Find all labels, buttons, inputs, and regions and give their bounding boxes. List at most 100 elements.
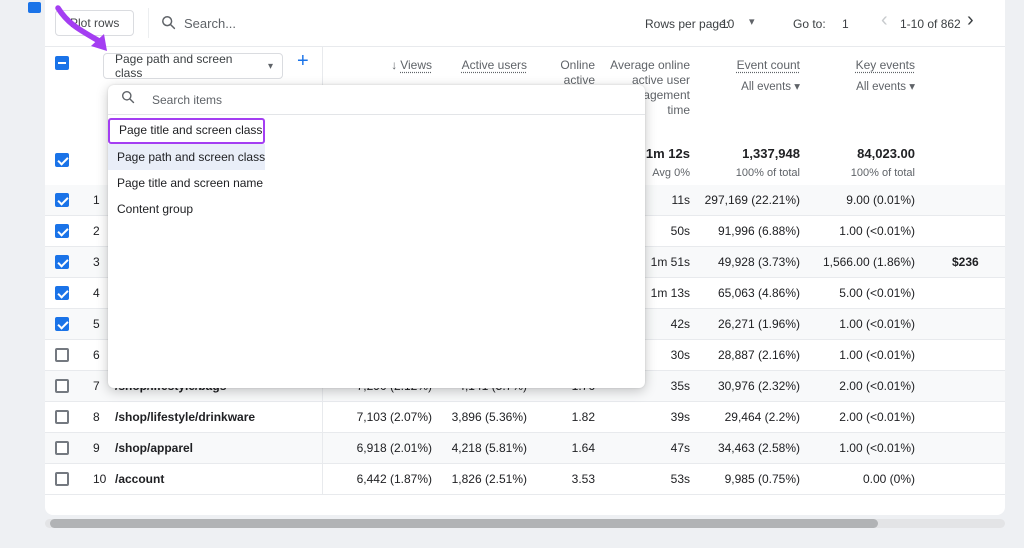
avg-engagement-cell: 35s bbox=[671, 380, 690, 393]
table-row: 8 /shop/lifestyle/drinkware 7,103 (2.07%… bbox=[45, 402, 1005, 433]
page-path-cell: /shop/lifestyle/drinkware bbox=[115, 411, 255, 424]
event-count-header-label: Event count bbox=[737, 58, 800, 72]
dropdown-item-page-title-screen-name[interactable]: Page title and screen name bbox=[108, 170, 265, 196]
online-active-cell: 3.53 bbox=[572, 473, 595, 486]
chevron-left-icon[interactable]: ‹ bbox=[881, 9, 888, 32]
rows-per-page-select[interactable]: 10 bbox=[721, 17, 734, 31]
online-active-cell: 1.64 bbox=[572, 442, 595, 455]
totals-key-events: 84,023.00 100% of total bbox=[851, 145, 915, 179]
revenue-cell-clipped: $236 bbox=[952, 256, 979, 269]
search-icon bbox=[121, 90, 135, 109]
go-to-input[interactable]: 1 bbox=[842, 17, 849, 31]
row-checkbox[interactable] bbox=[55, 348, 69, 362]
row-number: 3 bbox=[93, 256, 100, 269]
row-number: 1 bbox=[93, 194, 100, 207]
dimension-selector-button[interactable]: Page path and screen class ▾ bbox=[103, 53, 283, 79]
views-cell: 7,103 (2.07%) bbox=[357, 411, 432, 424]
event-count-cell: 29,464 (2.2%) bbox=[725, 411, 800, 424]
avg-engagement-cell: 30s bbox=[671, 349, 690, 362]
key-events-cell: 1.00 (<0.01%) bbox=[839, 442, 915, 455]
totals-checkbox[interactable] bbox=[55, 153, 69, 167]
caret-down-icon[interactable]: ▾ bbox=[749, 15, 755, 28]
totals-avg-engagement: 1m 12s Avg 0% bbox=[646, 145, 690, 179]
avg-engagement-cell: 53s bbox=[671, 473, 690, 486]
ga4-table-page: Plot rows Search... Rows per page: 10 ▾ … bbox=[0, 0, 1024, 548]
views-cell: 6,918 (2.01%) bbox=[357, 442, 432, 455]
row-checkbox[interactable] bbox=[55, 286, 69, 300]
event-count-cell: 9,985 (0.75%) bbox=[725, 473, 800, 486]
avg-engagement-cell: 50s bbox=[671, 225, 690, 238]
event-count-cell: 26,271 (1.96%) bbox=[718, 318, 800, 331]
row-checkbox[interactable] bbox=[55, 441, 69, 455]
row-checkbox[interactable] bbox=[55, 472, 69, 486]
avg-engagement-cell: 47s bbox=[671, 442, 690, 455]
column-header-online-active[interactable]: Online active bbox=[549, 58, 595, 88]
column-header-event-count[interactable]: Event count All events ▾ bbox=[737, 58, 800, 95]
event-count-filter[interactable]: All events ▾ bbox=[737, 80, 800, 95]
online-active-cell: 1.82 bbox=[572, 411, 595, 424]
dropdown-item-page-path-screen-class[interactable]: Page path and screen class bbox=[108, 144, 265, 170]
column-header-active-users[interactable]: Active users bbox=[462, 58, 527, 73]
row-number: 10 bbox=[93, 473, 106, 486]
table-row: 9 /shop/apparel 6,918 (2.01%) 4,218 (5.8… bbox=[45, 433, 1005, 464]
column-header-key-events[interactable]: Key events All events ▾ bbox=[856, 58, 915, 95]
toolbar-divider bbox=[148, 8, 149, 38]
event-count-cell: 49,928 (3.73%) bbox=[718, 256, 800, 269]
caret-down-icon: ▾ bbox=[794, 81, 800, 93]
clipped-blue-element bbox=[28, 2, 41, 13]
page-path-cell: /account bbox=[115, 473, 164, 486]
dropdown-item-list: Page title and screen class Page path an… bbox=[108, 118, 645, 222]
event-count-cell: 65,063 (4.86%) bbox=[718, 287, 800, 300]
caret-down-icon: ▾ bbox=[909, 81, 915, 93]
key-events-filter[interactable]: All events ▾ bbox=[856, 80, 915, 95]
row-checkbox[interactable] bbox=[55, 224, 69, 238]
row-number: 6 bbox=[93, 349, 100, 362]
add-dimension-button[interactable]: + bbox=[297, 50, 309, 73]
row-checkbox[interactable] bbox=[55, 255, 69, 269]
rows-per-page-label: Rows per page: bbox=[645, 17, 729, 31]
totals-event-count: 1,337,948 100% of total bbox=[736, 145, 800, 179]
row-checkbox[interactable] bbox=[55, 193, 69, 207]
key-events-cell: 0.00 (0%) bbox=[863, 473, 915, 486]
table-search-input[interactable]: Search... bbox=[184, 16, 236, 31]
select-all-checkbox[interactable] bbox=[55, 56, 69, 70]
column-header-views[interactable]: ↓Views bbox=[391, 58, 432, 73]
dimension-dropdown-menu: Search items Page title and screen class… bbox=[108, 85, 645, 388]
key-events-cell: 5.00 (<0.01%) bbox=[839, 287, 915, 300]
caret-down-icon: ▾ bbox=[268, 61, 273, 72]
dropdown-search-input[interactable]: Search items bbox=[152, 93, 222, 107]
horizontal-scrollbar-thumb[interactable] bbox=[50, 519, 878, 528]
sort-descending-icon: ↓ bbox=[391, 58, 397, 72]
key-events-cell: 2.00 (<0.01%) bbox=[839, 411, 915, 424]
row-number: 7 bbox=[93, 380, 100, 393]
table-toolbar: Plot rows Search... Rows per page: 10 ▾ … bbox=[45, 0, 1005, 47]
key-events-cell: 1.00 (<0.01%) bbox=[839, 318, 915, 331]
event-count-cell: 91,996 (6.88%) bbox=[718, 225, 800, 238]
row-number: 8 bbox=[93, 411, 100, 424]
key-events-cell: 1,566.00 (1.86%) bbox=[823, 256, 915, 269]
row-number: 2 bbox=[93, 225, 100, 238]
dropdown-item-content-group[interactable]: Content group bbox=[108, 196, 265, 222]
search-icon bbox=[161, 15, 176, 35]
key-events-header-label: Key events bbox=[856, 58, 915, 72]
active-users-cell: 4,218 (5.81%) bbox=[452, 442, 527, 455]
event-count-cell: 30,976 (2.32%) bbox=[718, 380, 800, 393]
key-events-cell: 9.00 (0.01%) bbox=[846, 194, 915, 207]
dimension-selector-label: Page path and screen class bbox=[115, 52, 262, 80]
plot-rows-button[interactable]: Plot rows bbox=[55, 10, 134, 36]
row-checkbox[interactable] bbox=[55, 410, 69, 424]
dropdown-search-row[interactable]: Search items bbox=[108, 85, 645, 115]
dropdown-item-page-title-screen-class[interactable]: Page title and screen class bbox=[108, 118, 265, 144]
views-header-label: Views bbox=[400, 58, 432, 72]
avg-engagement-cell: 1m 51s bbox=[651, 256, 690, 269]
table-row: 10 /account 6,442 (1.87%) 1,826 (2.51%) … bbox=[45, 464, 1005, 495]
row-checkbox[interactable] bbox=[55, 317, 69, 331]
pagination-range: 1-10 of 862 bbox=[900, 17, 961, 31]
chevron-right-icon[interactable]: › bbox=[967, 9, 974, 32]
horizontal-scrollbar-track[interactable] bbox=[45, 519, 1005, 528]
event-count-cell: 28,887 (2.16%) bbox=[718, 349, 800, 362]
row-checkbox[interactable] bbox=[55, 379, 69, 393]
key-events-cell: 1.00 (<0.01%) bbox=[839, 225, 915, 238]
avg-engagement-cell: 39s bbox=[671, 411, 690, 424]
views-cell: 6,442 (1.87%) bbox=[357, 473, 432, 486]
